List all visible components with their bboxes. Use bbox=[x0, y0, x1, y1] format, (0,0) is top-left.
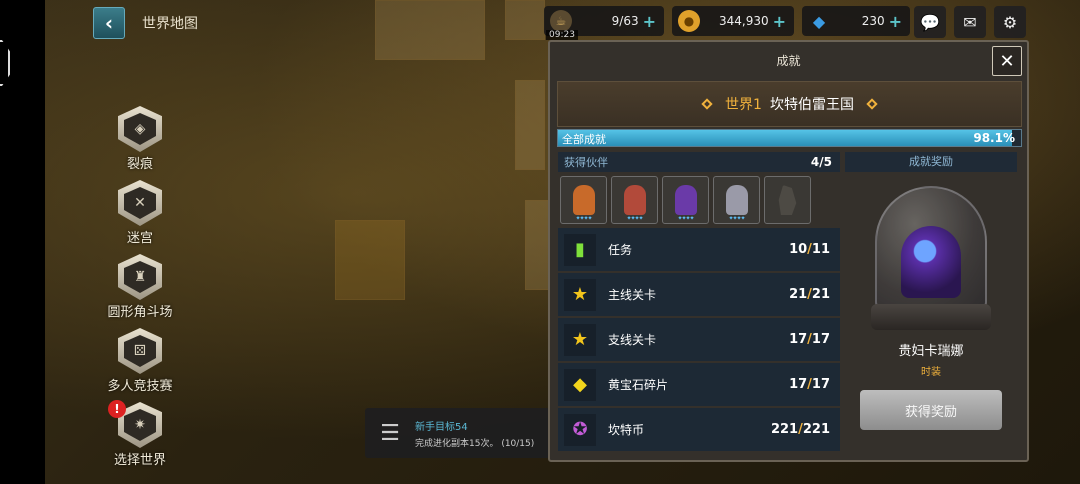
achievement-label: 主线关卡 bbox=[608, 288, 657, 302]
costume-figure-icon bbox=[901, 226, 961, 298]
world-banner: 世界1 坎特伯雷王国 bbox=[557, 81, 1022, 127]
partners-count: 4/5 bbox=[810, 155, 832, 169]
close-button[interactable]: ✕ bbox=[992, 46, 1022, 76]
partner-slot[interactable]: ✦✦✦✦ bbox=[560, 176, 607, 224]
crossed-swords-icon: ✕ bbox=[118, 180, 162, 226]
total-progress-bar: 全部成就 98.1% bbox=[557, 129, 1022, 147]
add-gem-icon[interactable]: + bbox=[889, 12, 902, 31]
gem-value: 230 bbox=[861, 14, 885, 28]
gem-cube-icon: ◆ bbox=[564, 368, 596, 401]
mail-button[interactable]: ✉ bbox=[954, 6, 986, 38]
stamina-value: 9/63 bbox=[611, 14, 639, 28]
chat-button[interactable]: 💬 bbox=[914, 6, 946, 38]
gem-counter[interactable]: ◆ 230 + bbox=[802, 6, 910, 36]
settings-button[interactable]: ⚙ bbox=[994, 6, 1026, 38]
achievement-value: 17/17 bbox=[789, 377, 830, 392]
achievement-row[interactable]: ✪ 坎特币 221/221 bbox=[558, 408, 840, 452]
quest-title: 新手目标54 bbox=[415, 421, 468, 433]
nav-label: 选择世界 bbox=[113, 453, 166, 468]
achievement-modal: 成就 ✕ 世界1 坎特伯雷王国 全部成就 98.1% 获得伙伴 4/5 ✦✦✦✦… bbox=[548, 40, 1029, 462]
coffee-icon: ☕ bbox=[550, 10, 572, 32]
reward-type: 时装 bbox=[921, 367, 941, 378]
gold-value: 344,930 bbox=[718, 14, 769, 28]
nav-colosseum[interactable]: ♜ 圆形角斗场 bbox=[98, 254, 182, 320]
reward-panel: 成就奖励 贵妇卡瑞娜 时装 获得奖励 bbox=[845, 152, 1017, 430]
bookmark-icon: ▮ bbox=[564, 233, 596, 266]
achievement-row[interactable]: ◆ 黄宝石碎片 17/17 bbox=[558, 363, 840, 407]
achievement-value: 10/11 bbox=[789, 242, 830, 257]
beginner-quest-panel[interactable]: ☰ 新手目标54 完成进化副本15次。 (10/15) bbox=[365, 408, 550, 458]
stamina-timer: 09:23 bbox=[546, 30, 578, 40]
star-icon: ★ bbox=[564, 323, 596, 356]
achievement-label: 坎特币 bbox=[608, 423, 645, 437]
costume-display-jar bbox=[871, 186, 991, 334]
coin-icon: ● bbox=[678, 10, 700, 32]
hero-portrait-icon bbox=[725, 185, 748, 215]
achievement-value: 17/17 bbox=[789, 332, 830, 347]
nav-label: 多人竞技赛 bbox=[107, 379, 173, 394]
mail-icon: ✉ bbox=[963, 12, 977, 32]
diamond-icon bbox=[866, 98, 878, 110]
progress-fill bbox=[558, 130, 1013, 146]
modal-title: 成就 bbox=[776, 53, 801, 68]
achievement-value: 21/21 bbox=[789, 287, 830, 302]
nav-label: 裂痕 bbox=[126, 157, 153, 172]
chevron-left-icon: ‹ bbox=[104, 11, 114, 35]
quest-description: 完成进化副本15次。 (10/15) bbox=[415, 438, 535, 449]
stars-icon: ★ bbox=[564, 278, 596, 311]
partner-row: ✦✦✦✦ ✦✦✦✦ ✦✦✦✦ ✦✦✦✦ bbox=[558, 172, 840, 228]
achievement-list: 获得伙伴 4/5 ✦✦✦✦ ✦✦✦✦ ✦✦✦✦ ✦✦✦✦ ▮ 任务 10/11 … bbox=[558, 152, 840, 453]
chat-icon: 💬 bbox=[920, 12, 940, 32]
world-title: 坎特伯雷王国 bbox=[769, 97, 854, 113]
partner-slot[interactable]: ✦✦✦✦ bbox=[713, 176, 760, 224]
gem-icon: ◆ bbox=[812, 11, 826, 31]
diamond-icon bbox=[701, 98, 713, 110]
nav-rift[interactable]: ◈ 裂痕 bbox=[98, 106, 182, 172]
achievement-label: 支线关卡 bbox=[608, 333, 657, 347]
add-stamina-icon[interactable]: + bbox=[643, 12, 656, 31]
close-icon: ✕ bbox=[999, 50, 1015, 72]
side-hex-icon[interactable] bbox=[0, 40, 10, 86]
progress-percent: 98.1% bbox=[973, 131, 1015, 145]
nav-label: 圆形角斗场 bbox=[107, 305, 173, 320]
nav-labyrinth[interactable]: ✕ 迷宫 bbox=[98, 180, 182, 246]
achievement-label: 黄宝石碎片 bbox=[608, 378, 669, 392]
progress-label: 全部成就 bbox=[562, 133, 606, 146]
partner-slot[interactable]: ✦✦✦✦ bbox=[662, 176, 709, 224]
achievement-value: 221/221 bbox=[770, 422, 830, 437]
partner-slot[interactable]: ✦✦✦✦ bbox=[611, 176, 658, 224]
rift-icon: ◈ bbox=[118, 106, 162, 152]
add-gold-icon[interactable]: + bbox=[773, 12, 786, 31]
reward-name: 贵妇卡瑞娜 bbox=[898, 344, 964, 359]
achievement-label: 任务 bbox=[608, 243, 633, 257]
hero-portrait-icon bbox=[572, 185, 595, 215]
left-edge bbox=[0, 0, 45, 484]
hero-portrait-icon bbox=[674, 185, 697, 215]
gold-counter[interactable]: ● 344,930 + bbox=[672, 6, 794, 36]
menu-icon[interactable]: ☰ bbox=[365, 421, 415, 446]
achievement-row[interactable]: ▮ 任务 10/11 bbox=[558, 228, 840, 272]
achievement-row[interactable]: ★ 主线关卡 21/21 bbox=[558, 273, 840, 317]
dice-icon: ⚄ bbox=[118, 328, 162, 374]
world-number: 世界1 bbox=[725, 97, 762, 113]
page-title: 世界地图 bbox=[142, 16, 198, 32]
reward-header: 成就奖励 bbox=[845, 152, 1017, 172]
partner-slot-locked[interactable] bbox=[764, 176, 811, 224]
nav-label: 迷宫 bbox=[126, 231, 153, 246]
claim-reward-button[interactable]: 获得奖励 bbox=[860, 390, 1002, 430]
partners-label: 获得伙伴 bbox=[564, 156, 608, 169]
locked-silhouette-icon bbox=[778, 185, 797, 215]
alert-badge: ! bbox=[108, 400, 126, 418]
hero-portrait-icon bbox=[623, 185, 646, 215]
gear-icon: ⚙ bbox=[1002, 12, 1018, 32]
partners-header: 获得伙伴 4/5 bbox=[558, 152, 840, 172]
helmet-icon: ♜ bbox=[118, 254, 162, 300]
back-button[interactable]: ‹ bbox=[93, 7, 125, 39]
achievement-row[interactable]: ★ 支线关卡 17/17 bbox=[558, 318, 840, 362]
kanter-coin-icon: ✪ bbox=[564, 413, 596, 446]
nav-multiplayer[interactable]: ⚄ 多人竞技赛 bbox=[98, 328, 182, 394]
